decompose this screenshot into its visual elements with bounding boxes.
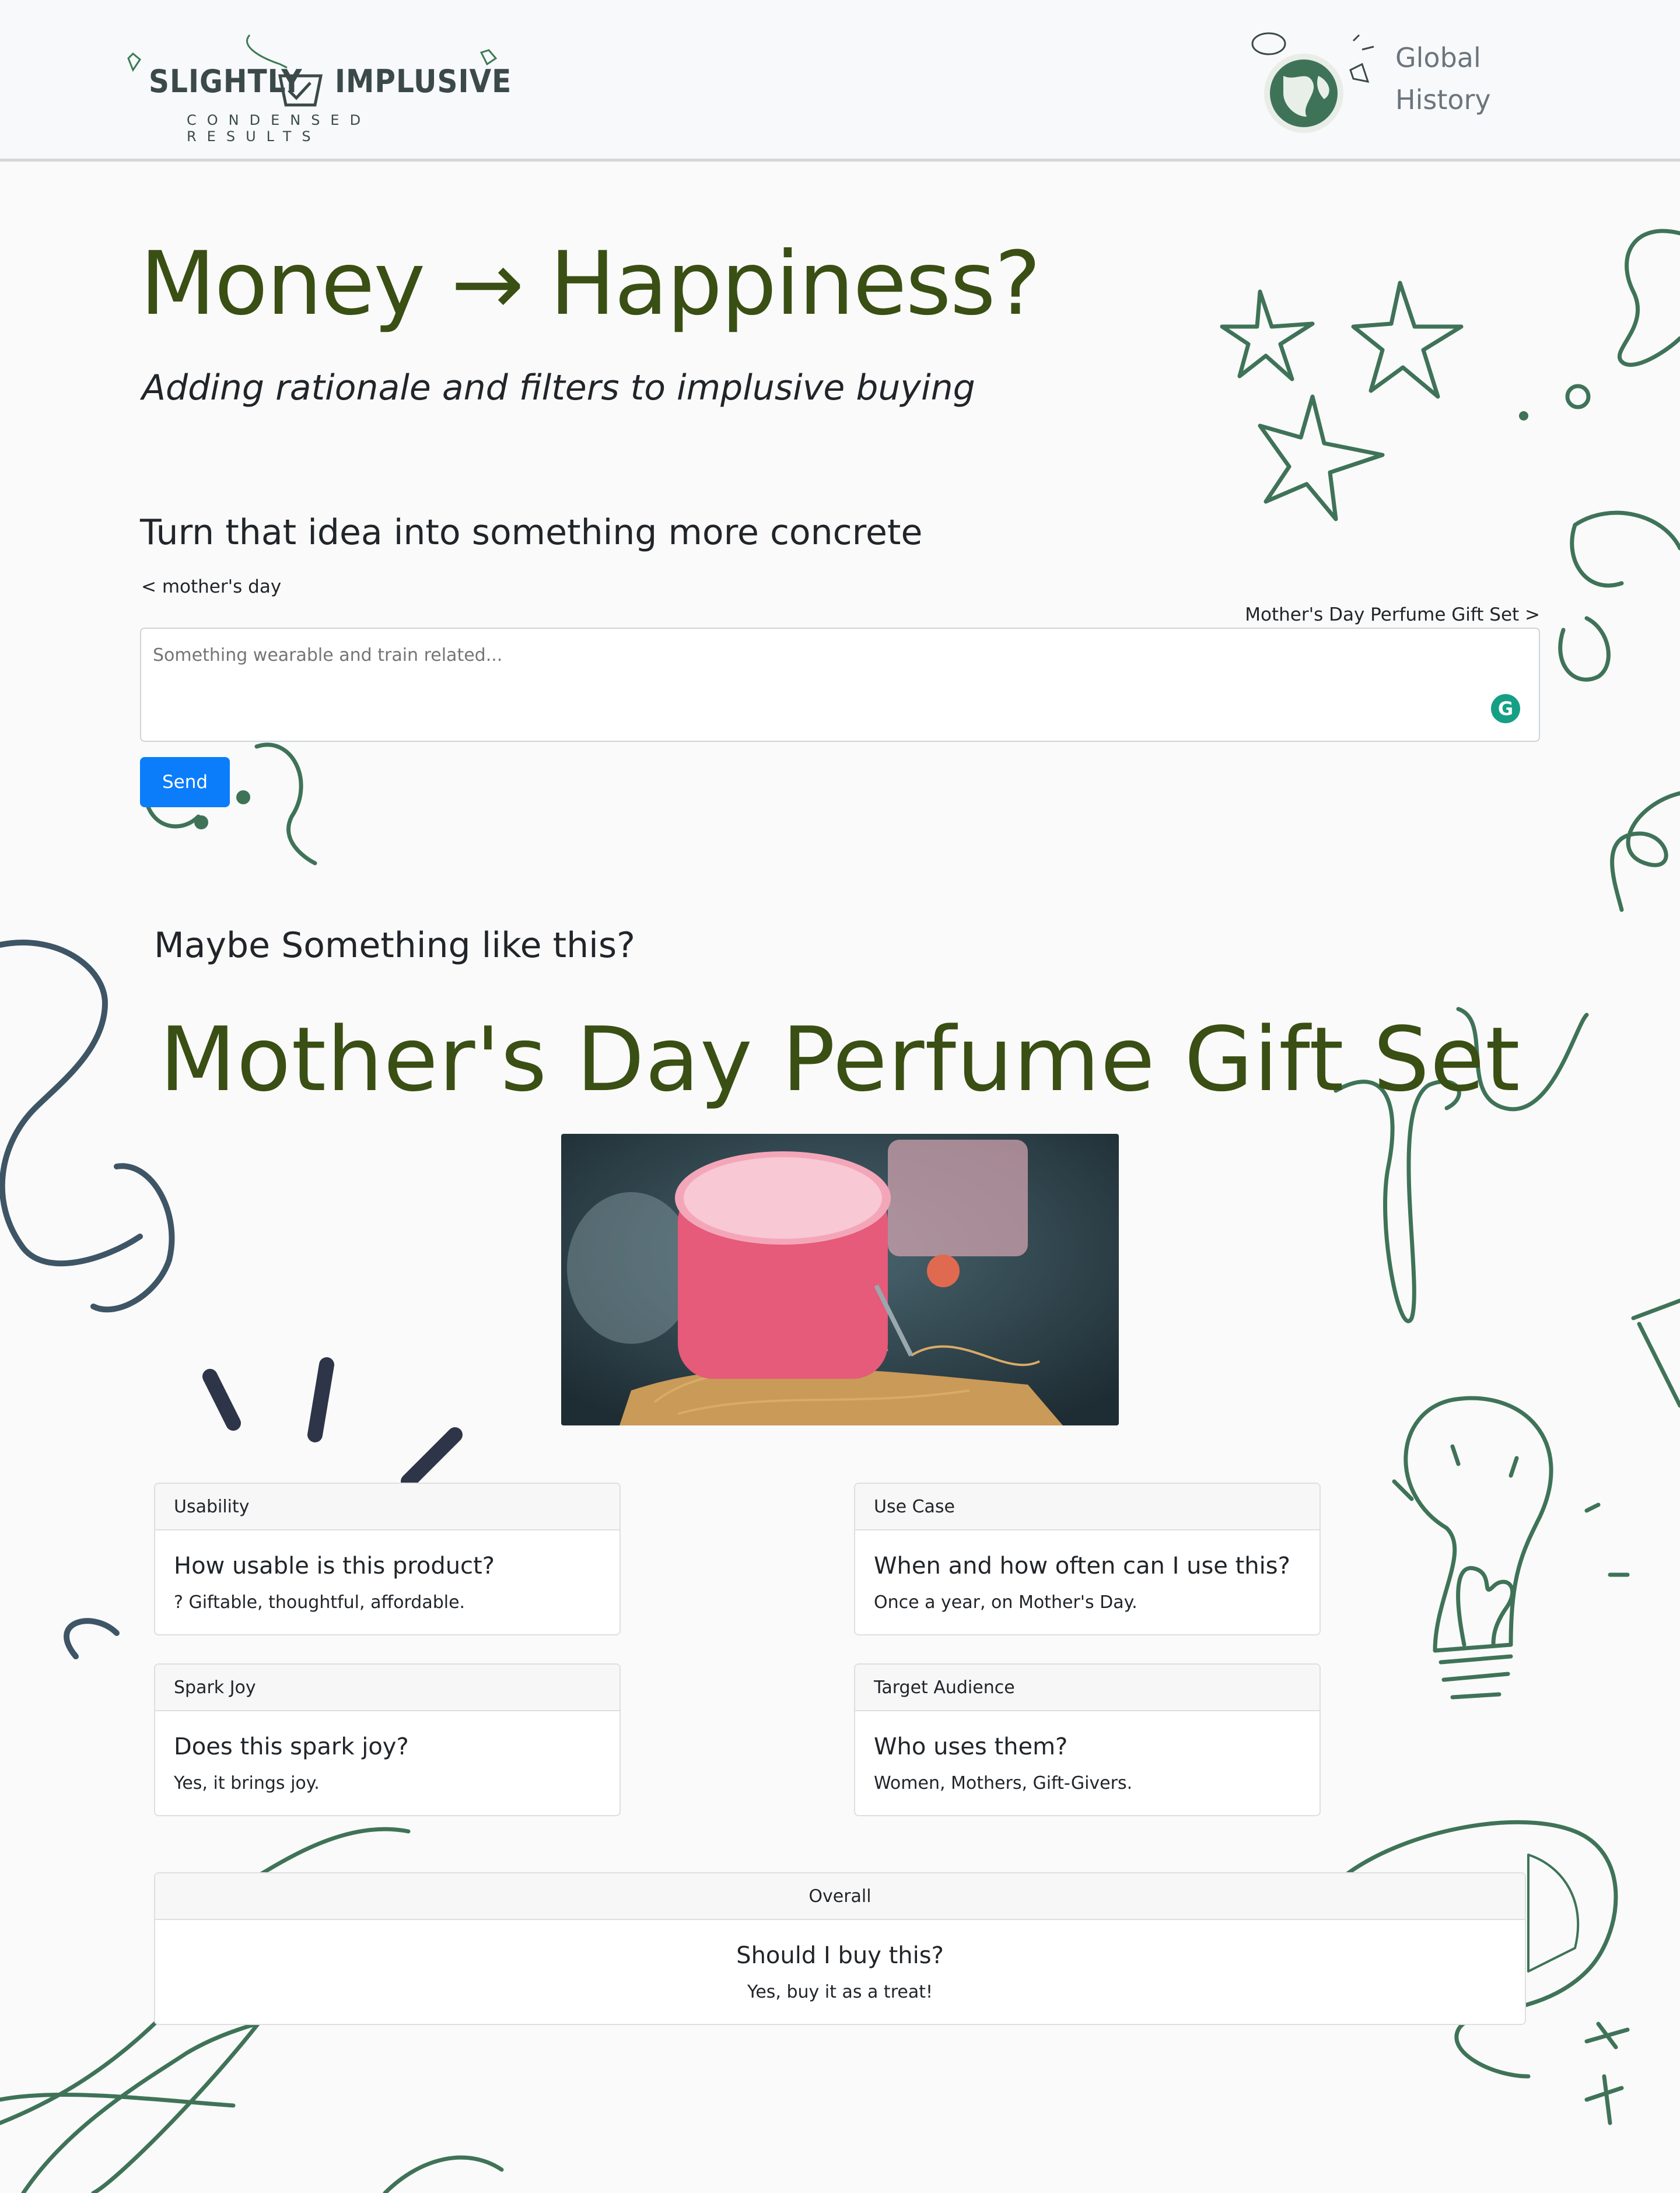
card-answer: ? Giftable, thoughtful, affordable. (174, 1592, 466, 1613)
site-logo[interactable]: SLIGHTLY IMPLUSIVE CONDENSED RESULTS (123, 23, 511, 145)
card-header: Spark Joy (155, 1665, 620, 1711)
logo-word-left: SLIGHTLY (149, 63, 303, 100)
lightbulb-doodle (1404, 1396, 1553, 1653)
star-doodle (1220, 289, 1315, 381)
card-header: Usability (155, 1484, 620, 1530)
product-name: Mother's Day Perfume Gift Set (159, 1008, 1521, 1111)
send-button[interactable]: Send (140, 757, 230, 807)
card-question: Does this spark joy? (174, 1733, 409, 1760)
use-case-card: Use Case When and how often can I use th… (854, 1483, 1321, 1635)
card-answer: Once a year, on Mother's Day. (874, 1592, 1138, 1613)
globe-icon (1251, 32, 1374, 133)
previous-idea-link[interactable]: < mother's day (141, 576, 281, 597)
idea-section-heading: Turn that idea into something more concr… (140, 512, 923, 553)
logo-word-right: IMPLUSIVE (335, 63, 512, 100)
spark-joy-card: Spark Joy Does this spark joy? Yes, it b… (154, 1663, 621, 1816)
card-header: Overall (155, 1873, 1525, 1920)
card-question: How usable is this product? (174, 1553, 495, 1579)
nav-link-global[interactable]: Global (1395, 42, 1481, 73)
card-question: Who uses them? (874, 1733, 1068, 1760)
card-header: Target Audience (855, 1665, 1320, 1711)
card-question: When and how often can I use this? (874, 1553, 1290, 1579)
suggestion-heading: Maybe Something like this? (154, 925, 635, 966)
grammarly-icon[interactable]: G (1491, 694, 1520, 723)
overall-card: Overall Should I buy this? Yes, buy it a… (154, 1872, 1526, 2025)
card-answer: Women, Mothers, Gift-Givers. (874, 1773, 1133, 1793)
card-question: Should I buy this? (736, 1942, 944, 1969)
usability-card: Usability How usable is this product? ? … (154, 1483, 621, 1635)
idea-textarea[interactable] (140, 628, 1540, 742)
top-navbar: SLIGHTLY IMPLUSIVE CONDENSED RESULTS Glo… (0, 0, 1680, 162)
card-header: Use Case (855, 1484, 1320, 1530)
product-image (561, 1134, 1119, 1425)
nav-link-history[interactable]: History (1395, 84, 1491, 115)
card-answer: Yes, buy it as a treat! (747, 1982, 933, 2002)
next-idea-link[interactable]: Mother's Day Perfume Gift Set > (1245, 604, 1540, 625)
card-answer: Yes, it brings joy. (174, 1773, 320, 1793)
page-subtitle: Adding rationale and filters to implusiv… (142, 367, 975, 408)
logo-tagline: CONDENSED RESULTS (187, 112, 372, 145)
target-audience-card: Target Audience Who uses them? Women, Mo… (854, 1663, 1321, 1816)
page-title: Money → Happiness? (140, 233, 1041, 335)
